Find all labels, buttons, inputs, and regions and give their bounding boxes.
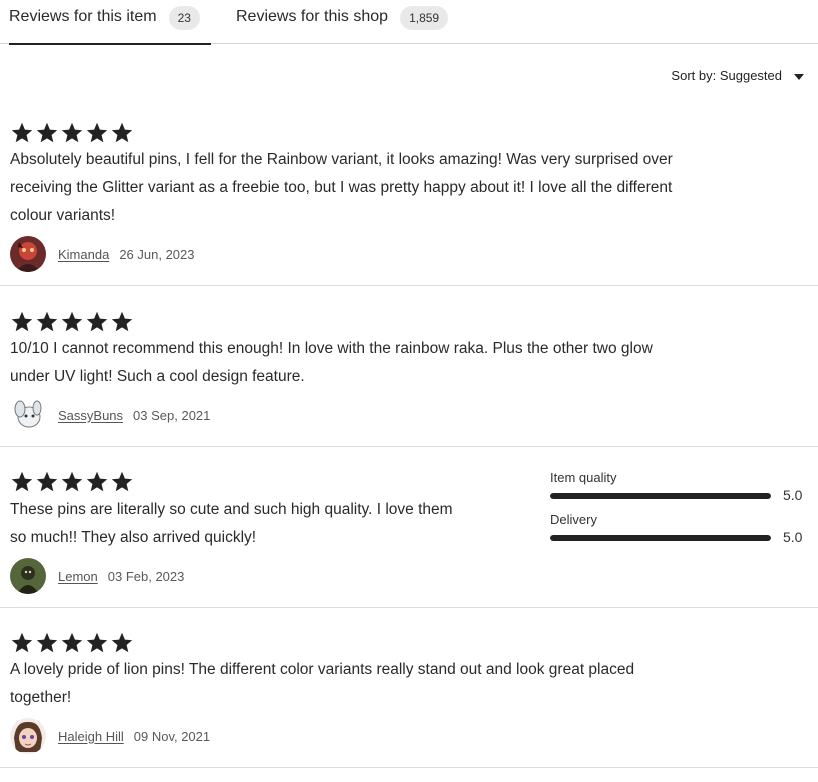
star-icon [110,470,134,494]
review-byline: SassyBuns 03 Sep, 2021 [10,397,210,433]
rating-delivery: Delivery 5.0 [550,512,810,554]
review-text: Absolutely beautiful pins, I fell for th… [10,146,673,230]
review-text-line: receiving the Glitter variant as a freeb… [10,179,673,196]
star-icon [35,121,59,145]
review-item: A lovely pride of lion pins! The differe… [0,608,818,768]
tab-reviews-for-item[interactable]: Reviews for this item 23 [9,0,211,45]
review-date: 09 Nov, 2021 [133,728,211,744]
review-text-line: Absolutely beautiful pins, I fell for th… [10,151,673,168]
star-icon [85,121,109,145]
review-item: Absolutely beautiful pins, I fell for th… [0,96,818,286]
review-text: These pins are literally so cute and suc… [10,496,453,552]
review-text-line: together! [10,689,72,706]
star-icon [110,310,134,334]
star-icon [10,310,34,334]
star-rating [10,470,134,494]
star-icon [110,631,134,655]
avatar[interactable] [10,718,46,754]
rating-bar [550,535,771,541]
caret-down-icon [794,73,804,80]
star-icon [60,310,84,334]
star-icon [60,121,84,145]
star-rating [10,631,134,655]
review-text-line: under UV light! Such a cool design featu… [10,368,305,385]
star-icon [10,121,34,145]
review-byline: Lemon 03 Feb, 2023 [10,558,184,594]
review-text: A lovely pride of lion pins! The differe… [10,656,634,712]
star-icon [110,121,134,145]
reviewer-name-link[interactable]: Lemon [58,569,98,584]
star-icon [35,631,59,655]
star-rating [10,121,134,145]
review-text-line: A lovely pride of lion pins! The differe… [10,661,635,678]
review-text-line: These pins are literally so cute and suc… [10,501,453,518]
review-item: 10/10 I cannot recommend this enough! In… [0,286,818,447]
review-byline: Kimanda 26 Jun, 2023 [10,236,195,272]
reviewer-name-link[interactable]: SassyBuns [58,408,123,423]
rating-value: 5.0 [783,487,803,503]
star-icon [10,470,34,494]
avatar[interactable] [10,236,46,272]
star-icon [60,631,84,655]
reviewer-name-link[interactable]: Kimanda [58,247,109,262]
star-icon [60,470,84,494]
review-date: 03 Feb, 2023 [107,568,185,584]
star-icon [35,470,59,494]
sort-dropdown[interactable]: Sort by: Suggested [671,68,804,83]
review-date: 26 Jun, 2023 [119,246,195,262]
reviewer-name-link[interactable]: Haleigh Hill [58,729,124,744]
avatar[interactable] [10,558,46,594]
rating-label: Delivery [550,512,597,527]
rating-bar-fill [550,493,771,499]
tab-count-badge: 23 [168,6,200,30]
rating-item-quality: Item quality 5.0 [550,470,810,512]
review-tabs: Reviews for this item 23 Reviews for thi… [0,0,818,45]
tab-reviews-for-shop[interactable]: Reviews for this shop 1,859 [236,0,449,44]
review-text-line: so much!! They also arrived quickly! [10,529,257,546]
review-byline: Haleigh Hill 09 Nov, 2021 [10,718,210,754]
tab-label: Reviews for this shop [236,8,389,25]
rating-label: Item quality [550,470,617,485]
rating-value: 5.0 [783,529,803,545]
star-icon [35,310,59,334]
star-icon [85,470,109,494]
review-date: 03 Sep, 2021 [133,407,211,423]
review-text-line: colour variants! [10,207,116,224]
tab-label: Reviews for this item [9,8,157,25]
rating-bar-fill [550,535,771,541]
review-text: 10/10 I cannot recommend this enough! In… [10,335,653,391]
star-rating [10,310,134,334]
star-icon [85,310,109,334]
sub-ratings-panel: Item quality 5.0 Delivery 5.0 [550,470,810,554]
sort-label: Sort by: Suggested [671,68,782,83]
star-icon [10,631,34,655]
star-icon [85,631,109,655]
avatar[interactable] [10,397,46,433]
rating-bar [550,493,771,499]
tab-count-badge: 1,859 [400,6,449,30]
review-text-line: 10/10 I cannot recommend this enough! In… [10,340,653,357]
